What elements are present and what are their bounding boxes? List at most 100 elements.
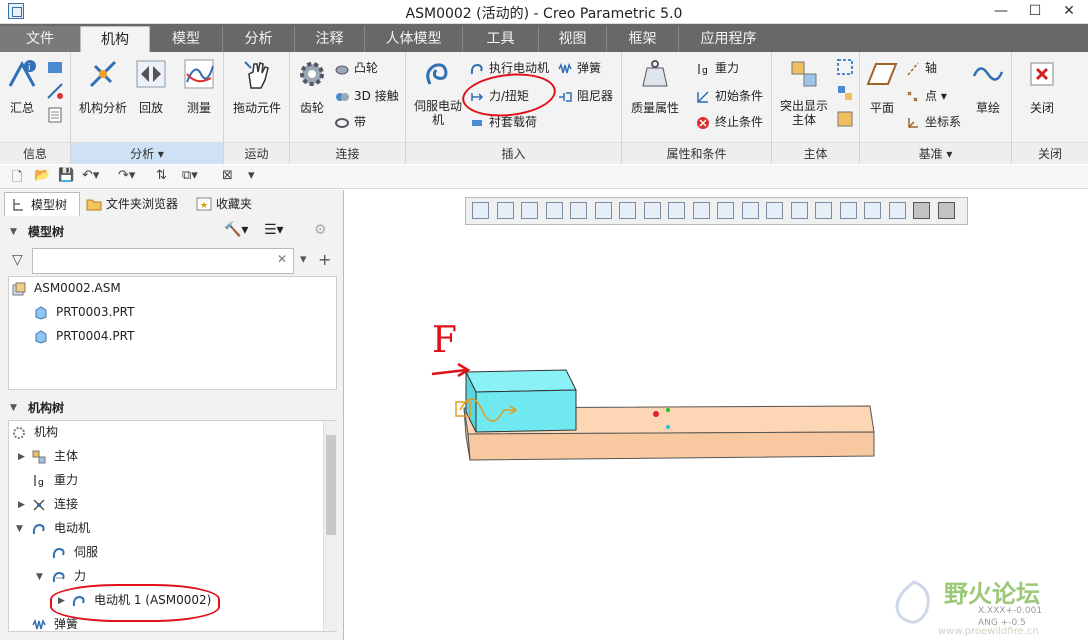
funnel-icon[interactable]: ▽	[12, 252, 23, 268]
windows-icon[interactable]: ⧉▾	[182, 168, 198, 183]
tab-favorites[interactable]: ★ 收藏夹	[190, 192, 262, 216]
axis-button[interactable]: 轴	[906, 58, 937, 78]
redo-icon[interactable]: ↷▾	[118, 168, 135, 183]
drag-components-button[interactable]: 拖动元件	[230, 58, 284, 116]
tree-columns-icon[interactable]: ☰▾	[264, 222, 284, 238]
point-button[interactable]: 点 ▾	[906, 86, 947, 106]
tab-manikin[interactable]: 人体模型	[364, 26, 462, 52]
regenerate-icon[interactable]: ⇅	[156, 168, 167, 183]
close-window-icon[interactable]: ⊠	[222, 168, 233, 183]
measure-tool-icon[interactable]	[46, 82, 64, 100]
3d-contact-button[interactable]: 3D 接触	[335, 86, 399, 106]
mech-display-icon[interactable]	[937, 202, 955, 219]
csys-display-icon[interactable]	[790, 202, 808, 219]
body-tool-icon-2[interactable]	[836, 84, 854, 102]
group-label-analysis[interactable]: 分析 ▾	[71, 142, 223, 164]
connection-display-icon[interactable]	[888, 202, 906, 219]
tree-settings-icon[interactable]: 🔨▾	[224, 222, 248, 238]
tab-mechanism[interactable]: 机构	[80, 26, 150, 52]
mechanism-tree-scrollbar[interactable]	[323, 421, 337, 631]
filter-expand-icon[interactable]: ▾	[300, 252, 307, 267]
mech-tree-force[interactable]: 力	[52, 565, 86, 587]
expand-bodies-icon[interactable]: ▶	[18, 452, 25, 462]
mass-properties-button[interactable]: 质量属性	[626, 58, 684, 116]
tree-item-part-4[interactable]: PRT0004.PRT	[34, 325, 134, 347]
tree-search-input[interactable]: ✕	[32, 248, 294, 274]
mech-tree-connections[interactable]: 连接	[32, 493, 78, 515]
tab-annotate[interactable]: 注释	[294, 26, 364, 52]
mechanism-analysis-button[interactable]: 机构分析	[77, 58, 129, 116]
tree-item-assembly[interactable]: ASM0002.ASM	[12, 277, 121, 299]
tab-folder-browser[interactable]: 文件夹浏览器	[80, 192, 188, 216]
clear-search-icon[interactable]: ✕	[277, 252, 287, 266]
model-tree-header[interactable]: 模型树	[0, 222, 344, 242]
tree-filter-options-icon[interactable]: ⚙	[314, 222, 327, 238]
expand-connections-icon[interactable]: ▶	[18, 500, 25, 510]
axis-display-icon[interactable]	[741, 202, 759, 219]
mechanism-tree-header[interactable]: 机构树	[0, 398, 344, 418]
zoom-in-icon[interactable]	[496, 202, 514, 219]
tab-model-tree[interactable]: 模型树	[4, 192, 80, 216]
report-icon[interactable]	[46, 106, 64, 124]
refit-icon[interactable]	[472, 202, 489, 219]
tab-file[interactable]: 文件	[0, 26, 80, 52]
close-mechanism-button[interactable]: 关闭	[1020, 58, 1064, 116]
sketch-button[interactable]: 草绘	[970, 58, 1006, 116]
highlight-bodies-button[interactable]: 突出显示主体	[776, 58, 832, 127]
damper-button[interactable]: 阻尼器	[558, 86, 613, 106]
tree-item-part-3[interactable]: PRT0003.PRT	[34, 301, 134, 323]
datum-display-icon[interactable]	[717, 202, 734, 219]
model-scene[interactable]: F	[420, 300, 900, 480]
servo-motor-button[interactable]: 伺服电动机	[410, 58, 466, 127]
tab-model[interactable]: 模型	[150, 26, 222, 52]
mech-tree-servo[interactable]: 伺服	[52, 541, 98, 563]
new-file-icon[interactable]: 🗋	[12, 168, 22, 190]
orient-icon[interactable]	[570, 202, 587, 219]
motor-display-icon[interactable]	[864, 202, 881, 219]
close-window-button[interactable]: ✕	[1052, 0, 1086, 22]
tab-frame[interactable]: 框架	[606, 26, 678, 52]
collapse-force-icon[interactable]: ▼	[36, 572, 43, 582]
minimize-button[interactable]: —	[984, 0, 1018, 22]
repaint-icon[interactable]	[545, 202, 563, 219]
open-folder-icon[interactable]: 📂	[34, 168, 50, 183]
spring-button[interactable]: 弹簧	[558, 58, 601, 78]
view-manager-icon[interactable]	[643, 202, 661, 219]
termination-conditions-button[interactable]: 终止条件	[696, 112, 763, 132]
cam-button[interactable]: 凸轮	[335, 58, 378, 78]
mech-tree-motors[interactable]: 电动机	[32, 517, 90, 539]
maximize-button[interactable]: ☐	[1018, 0, 1052, 22]
plane-display-icon[interactable]	[839, 202, 857, 219]
undo-icon[interactable]: ↶▾	[82, 168, 99, 183]
body-display-icon[interactable]	[913, 202, 930, 219]
tab-view[interactable]: 视图	[538, 26, 606, 52]
body-tool-icon-1[interactable]	[836, 58, 854, 76]
measure-button[interactable]: 测量	[181, 58, 217, 116]
add-filter-icon[interactable]: +	[318, 250, 331, 269]
spin-center-icon[interactable]	[815, 202, 832, 219]
info-tool-icon[interactable]	[46, 58, 64, 76]
point-display-icon[interactable]	[766, 202, 783, 219]
saved-views-icon[interactable]	[594, 202, 612, 219]
mech-tree-gravity[interactable]: g 重力	[32, 469, 78, 491]
sliding-block[interactable]	[465, 369, 577, 433]
tab-tools[interactable]: 工具	[462, 26, 538, 52]
annotation-display-icon[interactable]	[692, 202, 710, 219]
collapse-motors-icon[interactable]: ▼	[16, 524, 23, 534]
summary-button[interactable]: i 汇总	[4, 58, 40, 116]
gravity-button[interactable]: g 重力	[696, 58, 739, 78]
csys-button[interactable]: 坐标系	[906, 112, 961, 132]
tab-applications[interactable]: 应用程序	[678, 26, 778, 52]
display-style-icon[interactable]	[619, 202, 636, 219]
tab-analysis[interactable]: 分析	[222, 26, 294, 52]
initial-conditions-button[interactable]: 初始条件	[696, 86, 763, 106]
customize-icon[interactable]: ▾	[248, 168, 255, 183]
mech-tree-bodies[interactable]: 主体	[32, 445, 78, 467]
group-label-datum[interactable]: 基准 ▾	[860, 142, 1011, 164]
scrollbar-thumb[interactable]	[326, 435, 336, 535]
belt-button[interactable]: 带	[335, 112, 366, 132]
playback-button[interactable]: 回放	[133, 58, 169, 116]
mech-tree-root[interactable]: 机构	[12, 421, 58, 443]
plane-button[interactable]: 平面	[864, 58, 900, 116]
save-icon[interactable]: 💾	[58, 168, 74, 183]
